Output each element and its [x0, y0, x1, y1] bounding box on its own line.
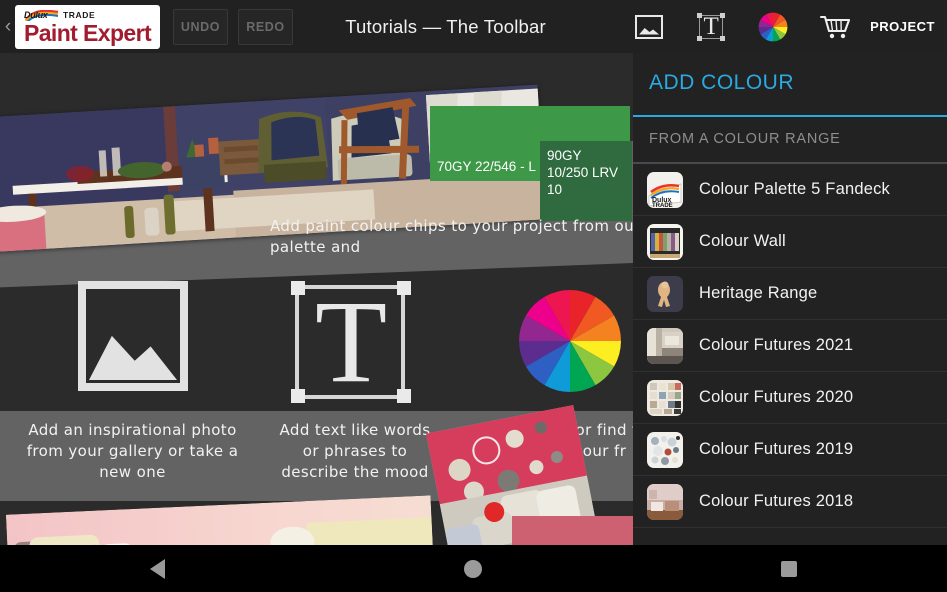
colour-range-list: Dulux TRADE Colour Palette 5 Fandeck — [633, 164, 947, 528]
panel-subtitle: FROM A COLOUR RANGE — [633, 117, 947, 162]
cf2018-thumb-icon — [647, 484, 683, 520]
heritage-thumb-icon — [647, 276, 683, 312]
list-item[interactable]: Colour Futures 2018 — [633, 476, 947, 528]
colour-chip-code: 70GY 22/546 - L — [437, 158, 536, 175]
colour-chip-code: 90GY 10/250 LRV 10 — [547, 147, 625, 198]
recents-square-icon — [781, 561, 797, 577]
list-item[interactable]: Colour Futures 2019 — [633, 424, 947, 476]
list-item-label: Heritage Range — [699, 284, 817, 303]
back-chevron-icon[interactable]: ‹ — [1, 17, 15, 36]
text-tool-illustration[interactable]: T — [291, 281, 411, 403]
bedroom-photo[interactable] — [6, 495, 435, 545]
nav-recents-button[interactable] — [729, 545, 849, 592]
android-nav-bar — [0, 545, 947, 592]
back-triangle-icon — [150, 559, 165, 579]
list-item[interactable]: Colour Wall — [633, 216, 947, 268]
toolbar-icon-group: T — [618, 0, 947, 53]
photo-tool-illustration[interactable] — [78, 281, 188, 391]
list-item[interactable]: Heritage Range — [633, 268, 947, 320]
list-item-label: Colour Futures 2020 — [699, 388, 853, 407]
caption-photo-tool: Add an inspirational photo from your gal… — [10, 420, 255, 483]
logo-trade-text: TRADE — [63, 10, 95, 20]
home-circle-icon — [464, 560, 482, 578]
tutorial-canvas[interactable]: 70GY 22/546 - L 90GY 10/250 LRV 10 Add p… — [0, 53, 633, 545]
tool-illustration-row: T — [0, 281, 633, 413]
cf2020-thumb-icon — [647, 380, 683, 416]
cart-tool-button[interactable] — [804, 0, 866, 53]
project-button[interactable]: PROJECT — [866, 19, 947, 34]
cart-icon — [819, 14, 851, 40]
colour-chip-green-dark[interactable]: 90GY 10/250 LRV 10 — [540, 141, 632, 221]
page-title: Tutorials — The Toolbar — [273, 16, 618, 38]
colour-chip-pink[interactable]: 83RR 23/486 - LRV — [512, 516, 633, 545]
cf2021-thumb-icon — [647, 328, 683, 364]
add-colour-panel: ADD COLOUR FROM A COLOUR RANGE Dulux TRA… — [633, 53, 947, 545]
list-item[interactable]: Dulux TRADE Colour Palette 5 Fandeck — [633, 164, 947, 216]
nav-home-button[interactable] — [413, 545, 533, 592]
svg-text:TRADE: TRADE — [652, 203, 673, 208]
text-tool-button[interactable]: T — [680, 0, 742, 53]
text-icon: T — [697, 13, 725, 41]
colour-tool-button[interactable] — [742, 0, 804, 53]
list-item-label: Colour Futures 2018 — [699, 492, 853, 511]
panel-title: ADD COLOUR — [633, 53, 947, 115]
list-item-label: Colour Futures 2019 — [699, 440, 853, 459]
fandeck-thumb-icon: Dulux TRADE — [647, 172, 683, 208]
colour-wall-thumb-icon — [647, 224, 683, 260]
list-item[interactable]: Colour Futures 2021 — [633, 320, 947, 372]
colour-wheel-illustration[interactable] — [518, 289, 622, 393]
app-logo[interactable]: Dulux TRADE Paint Expert — [15, 5, 160, 49]
colour-wheel-icon — [758, 12, 788, 42]
logo-product-name: Paint Expert — [24, 21, 160, 46]
cf2019-thumb-icon — [647, 432, 683, 468]
photo-tool-button[interactable] — [618, 0, 680, 53]
caption-text-tool: Add text like words or phrases to descri… — [270, 420, 440, 483]
undo-button[interactable]: UNDO — [173, 9, 228, 45]
logo-dulux-text: Dulux — [24, 10, 48, 20]
dulux-swoosh-icon: Dulux — [24, 9, 60, 21]
list-item-label: Colour Futures 2021 — [699, 336, 853, 355]
list-item-label: Colour Wall — [699, 232, 786, 251]
list-item[interactable]: Colour Futures 2020 — [633, 372, 947, 424]
list-item-label: Colour Palette 5 Fandeck — [699, 180, 890, 199]
nav-back-button[interactable] — [98, 545, 218, 592]
top-bar: ‹ Dulux TRADE Paint Expert UNDO REDO Tut… — [0, 0, 947, 53]
photo-icon — [635, 15, 663, 39]
caption-paint-chips: Add paint colour chips to your project f… — [270, 216, 633, 258]
app-root: ‹ Dulux TRADE Paint Expert UNDO REDO Tut… — [0, 0, 947, 592]
